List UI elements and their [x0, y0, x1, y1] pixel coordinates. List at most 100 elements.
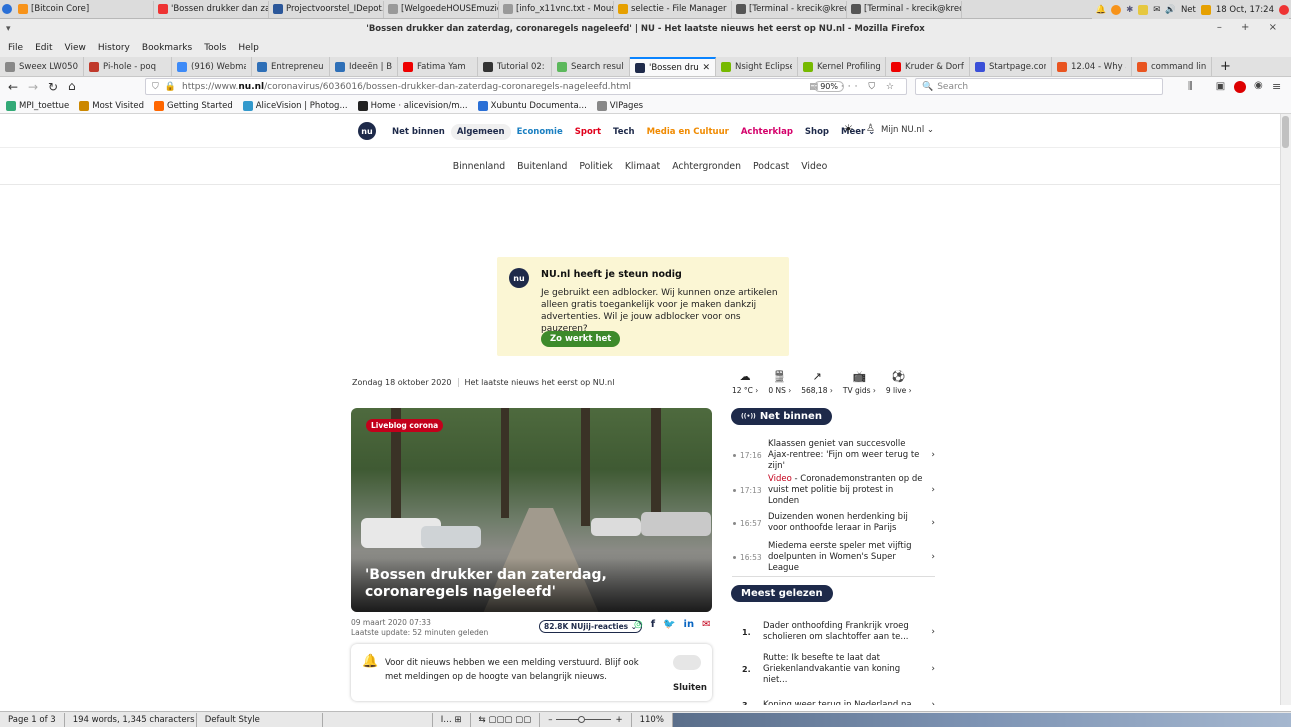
bluetooth-icon[interactable]: ✱	[1126, 5, 1133, 15]
taskbar-item[interactable]: [Terminal - krecik@krecik...	[732, 0, 847, 18]
news-item[interactable]: 16:57 Duizenden wonen herdenking bij voor…	[730, 508, 935, 538]
clipboard-icon[interactable]	[1138, 4, 1149, 15]
most-read-item[interactable]: 1. Dader onthoofding Frankrijk vroeg scho…	[730, 617, 935, 647]
site-nav-item[interactable]: Achterklap	[735, 124, 799, 140]
close-tab-icon[interactable]: ✕	[702, 63, 710, 73]
network-label[interactable]: Net	[1181, 5, 1196, 15]
zoom-badge[interactable]: 90%	[814, 81, 844, 92]
site-nav-item[interactable]: Shop	[799, 124, 835, 140]
service-widget[interactable]: ↗ 568,18 ›	[801, 370, 833, 395]
scrollbar[interactable]	[1280, 114, 1291, 705]
home-icon[interactable]: ⌂	[68, 79, 76, 93]
hero-article[interactable]: Liveblog corona 'Bossen drukker dan zate…	[351, 408, 712, 612]
whisker-menu-icon[interactable]	[2, 4, 12, 14]
taskbar-item[interactable]: Projectvoorstel_IDepot.o...	[269, 0, 384, 18]
sub-nav-item[interactable]: Buitenland	[517, 161, 567, 172]
browser-tab[interactable]: Entrepreneurs	[252, 57, 330, 76]
taskbar-item[interactable]: [WelgoedeHOUSEmuziek...	[384, 0, 499, 18]
back-icon[interactable]: ←	[8, 80, 18, 94]
shield-icon[interactable]: ⛉	[152, 82, 159, 92]
browser-tab[interactable]: command line	[1132, 57, 1212, 76]
bookmark-item[interactable]: Home · alicevision/m...	[357, 100, 468, 111]
browser-tab[interactable]: Nsight Eclipse Edit	[716, 57, 798, 76]
taskbar-item[interactable]: [Terminal - krecik@krecik...	[847, 0, 962, 18]
site-nav-item[interactable]: Tech	[607, 124, 641, 140]
site-nav-item[interactable]: Sport	[569, 124, 607, 140]
sub-nav-item[interactable]: Achtergronden	[672, 161, 741, 172]
sub-nav-item[interactable]: Binnenland	[453, 161, 505, 172]
browser-tab[interactable]: Fatima Yam	[398, 57, 478, 76]
bookmark-item[interactable]: AliceVision | Photog...	[242, 100, 348, 111]
service-widget[interactable]: 🚆 0 NS ›	[768, 370, 791, 395]
site-nav-item[interactable]: Net binnen	[386, 124, 451, 140]
hero-title[interactable]: 'Bossen drukker dan zaterdag, coronarege…	[365, 567, 705, 601]
nu-logo[interactable]: nu	[358, 122, 376, 140]
adblock-icon[interactable]	[1234, 81, 1246, 93]
news-item[interactable]: 17:13 Video - Coronademonstranten op de v…	[730, 474, 935, 506]
most-read-item[interactable]: 2. Rutte: Ik besefte te laat dat Griekenl…	[730, 653, 935, 685]
bookmark-item[interactable]: MPI_toettue	[6, 100, 69, 111]
sub-nav-item[interactable]: Klimaat	[625, 161, 660, 172]
site-nav-item[interactable]: Algemeen	[450, 124, 511, 140]
menu-tools[interactable]: Tools	[204, 43, 226, 53]
most-read-item[interactable]: 3. Koning weer terug in Nederland na ›	[730, 690, 935, 706]
close-button[interactable]: Sluiten	[673, 683, 707, 693]
url-bar[interactable]: ⛉ 🔒 https://www.nu.nl/coronavirus/603601…	[145, 78, 907, 95]
search-bar[interactable]: 🔍 Search	[915, 78, 1163, 95]
service-widget[interactable]: 📺 TV gids ›	[843, 370, 876, 395]
browser-tab[interactable]: Startpage.com	[970, 57, 1052, 76]
browser-tab[interactable]: Kernel Profiling Gu	[798, 57, 886, 76]
mail-icon[interactable]: ✉	[1153, 5, 1160, 15]
browser-tab[interactable]: Sweex LW050V2 W	[0, 57, 84, 76]
zoom-slider[interactable]: – +	[540, 712, 632, 727]
toolbar-icons[interactable]: ⫼ ▣	[1188, 81, 1235, 92]
how-it-works-button[interactable]: Zo werkt het	[541, 331, 621, 347]
volume-icon[interactable]: 🔊	[1165, 5, 1176, 15]
menu-bookmarks[interactable]: Bookmarks	[142, 43, 192, 53]
whatsapp-icon[interactable]: ◎	[634, 619, 643, 630]
browser-tab[interactable]: Kruder & Dorf	[886, 57, 970, 76]
sub-nav-item[interactable]: Politiek	[579, 161, 612, 172]
service-widget[interactable]: ☁ 12 °C ›	[732, 370, 758, 395]
language-icon[interactable]: I… ⊞	[433, 712, 471, 727]
browser-tab[interactable]: Tutorial 02: CU	[478, 57, 552, 76]
facebook-icon[interactable]: f	[651, 619, 655, 630]
menu-view[interactable]: View	[65, 43, 86, 53]
menu-file[interactable]: File	[8, 43, 23, 53]
twitter-icon[interactable]: 🐦	[663, 619, 675, 630]
reload-icon[interactable]: ↻	[48, 80, 58, 94]
url-text[interactable]: https://www.nu.nl/coronavirus/6036016/bo…	[182, 82, 631, 92]
menu-help[interactable]: Help	[238, 43, 259, 53]
browser-tab[interactable]: Pi-hole - poq	[84, 57, 172, 76]
taskbar-item[interactable]: 'Bossen drukker dan zate...	[154, 0, 269, 18]
taskbar-item[interactable]: [info_x11vnc.txt - Mousep...	[499, 0, 614, 18]
new-tab-button[interactable]: +	[1212, 57, 1239, 76]
bookmark-item[interactable]: Xubuntu Documenta...	[477, 100, 587, 111]
forward-icon[interactable]: →	[28, 80, 38, 94]
sub-nav-item[interactable]: Podcast	[753, 161, 789, 172]
news-item[interactable]: 17:16 Klaassen geniet van succesvolle Aja…	[730, 439, 935, 471]
browser-tab[interactable]: 12.04 - Why an	[1052, 57, 1132, 76]
net-binnen-header[interactable]: ((•)) Net binnen	[731, 408, 832, 425]
power-icon[interactable]	[1279, 4, 1289, 15]
notification-toggle[interactable]	[673, 655, 701, 670]
taskbar-item[interactable]: selectie - File Manager	[614, 0, 732, 18]
linkedin-icon[interactable]: in	[684, 619, 695, 630]
bookmark-item[interactable]: VIPages	[596, 100, 643, 111]
news-item[interactable]: 16:53 Miedema eerste speler met vijftig d…	[730, 541, 935, 573]
account-menu[interactable]: Mijn NU.nl ⌄	[881, 125, 934, 135]
clock[interactable]: 18 Oct, 17:24	[1216, 5, 1274, 15]
bitcoin-tray-icon[interactable]	[1111, 4, 1122, 15]
bookmark-item[interactable]: Getting Started	[154, 100, 233, 111]
menu-edit[interactable]: Edit	[35, 43, 52, 53]
reactions-button[interactable]: 82.8K NUjij-reacties ⌄	[539, 620, 643, 633]
bookmark-item[interactable]: Most Visited	[79, 100, 144, 111]
site-nav-item[interactable]: Economie	[511, 124, 569, 140]
menu-history[interactable]: History	[98, 43, 130, 53]
browser-tab[interactable]: Ideeën | Bene	[330, 57, 398, 76]
user-icon[interactable]: ♙	[866, 123, 875, 134]
window-controls[interactable]: – + ×	[1217, 22, 1285, 33]
notification-bell-icon[interactable]: 🔔	[1096, 5, 1107, 15]
page-actions-icon[interactable]: ··· ⛉ ☆	[841, 82, 898, 92]
meest-gelezen-header[interactable]: Meest gelezen	[731, 585, 833, 602]
